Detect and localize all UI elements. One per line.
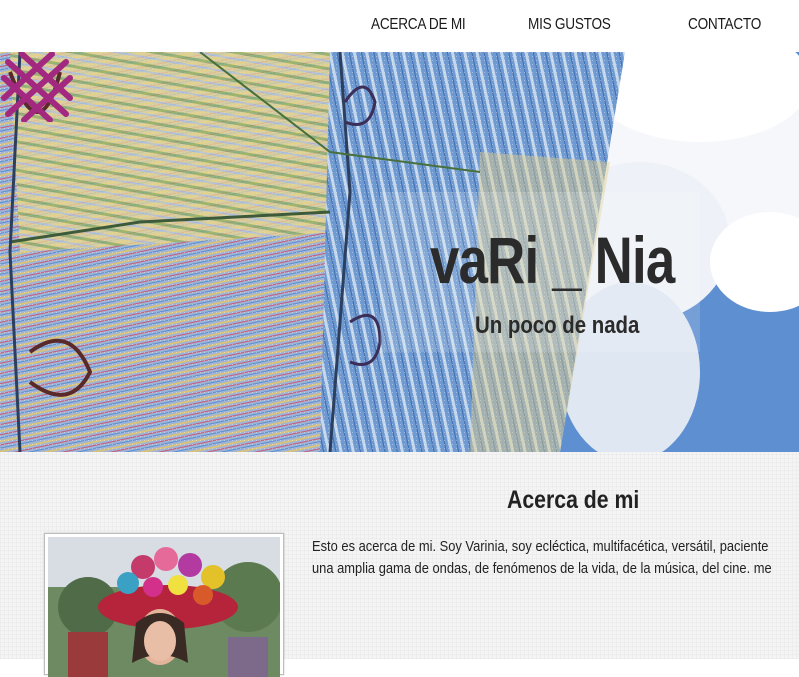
- site-title[interactable]: vaRi _ Nia: [430, 222, 675, 298]
- nav-item-acerca-de-mi[interactable]: ACERCA DE MI: [371, 16, 466, 34]
- site-tagline: Un poco de nada: [475, 312, 640, 339]
- logo-cross-icon: [1, 52, 73, 122]
- nav-item-mis-gustos[interactable]: MIS GUSTOS: [528, 16, 611, 34]
- profile-photo: [44, 533, 284, 677]
- header-background-image: [0, 52, 799, 452]
- nav-item-contacto[interactable]: CONTACTO: [688, 16, 761, 34]
- about-heading: Acerca de mi: [507, 486, 640, 514]
- profile-photo-image: [48, 537, 280, 677]
- about-paragraph: Esto es acerca de mi. Soy Varinia, soy e…: [312, 536, 799, 580]
- header-banner: vaRi _ Nia Un poco de nada: [0, 52, 799, 452]
- about-section: Acerca de mi Esto es acerca de mi. Soy V…: [0, 452, 799, 677]
- about-text-line-2: una amplia gama de ondas, de fenómenos d…: [312, 560, 772, 577]
- about-text-line-1: Esto es acerca de mi. Soy Varinia, soy e…: [312, 538, 769, 555]
- top-nav: ACERCA DE MI MIS GUSTOS CONTACTO: [0, 0, 799, 52]
